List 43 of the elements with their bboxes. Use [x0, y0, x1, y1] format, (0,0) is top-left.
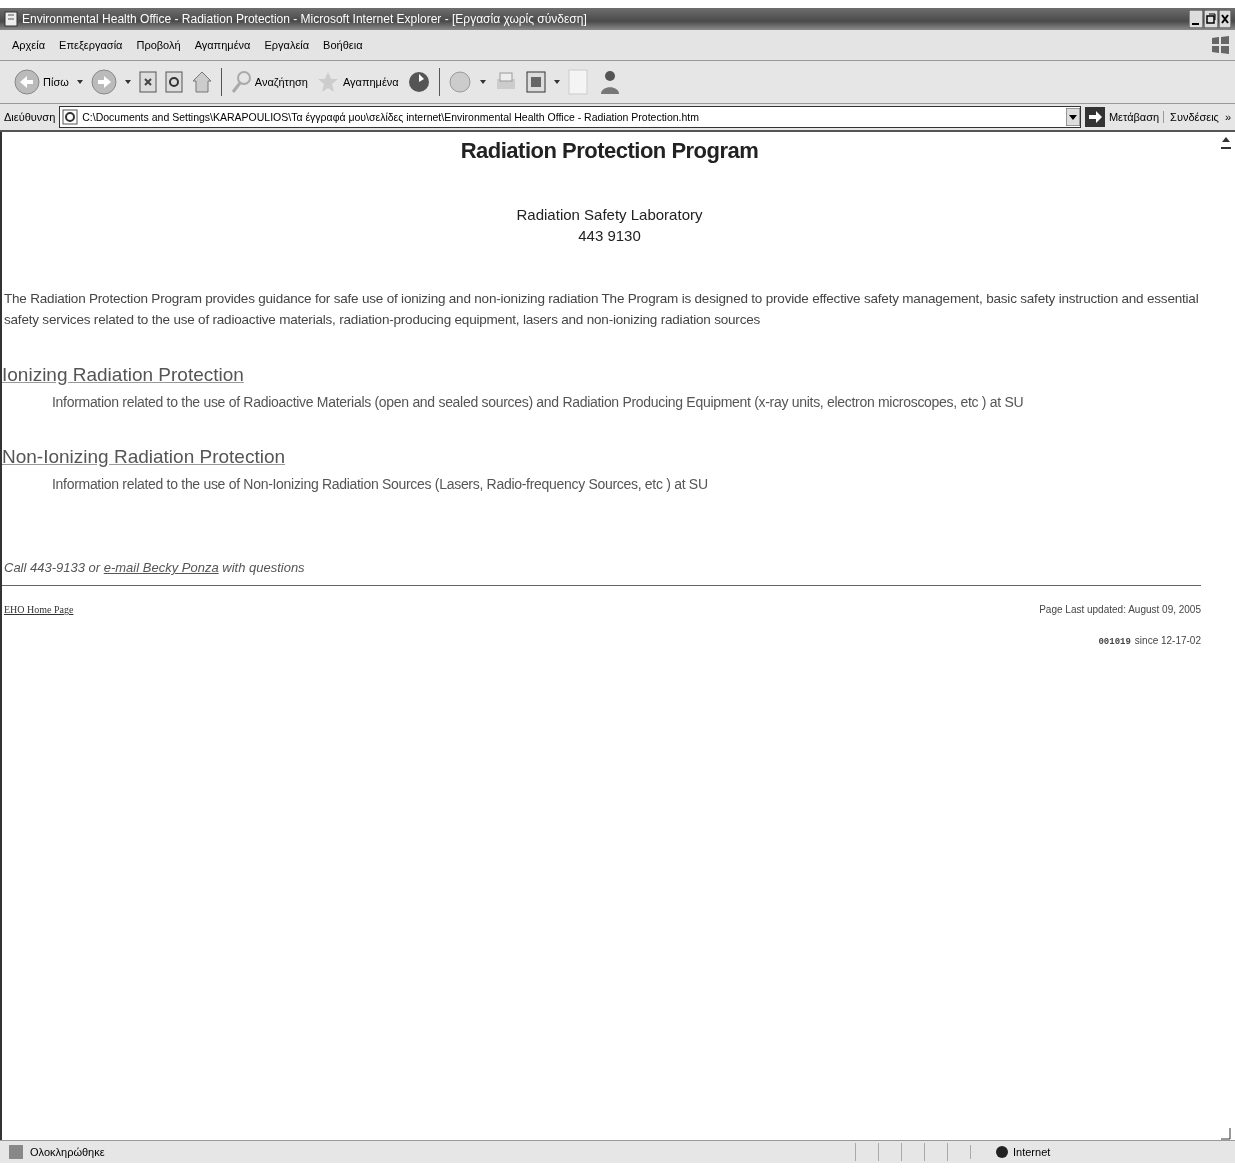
- intro-paragraph: The Radiation Protection Program provides guidance for safe use of ionizing and non-ionizing radiation The Program is designed to provide effective safety management, basic safety instruction and essential safety services related to the use of radioactive materials, radiation-producing equipment, lasers and non-ionizing radiation sources: [4, 290, 1200, 329]
- favorites-button[interactable]: Αγαπημένα: [342, 76, 399, 88]
- page-heading: Radiation Protection Program: [459, 138, 760, 164]
- search-button[interactable]: Αναζήτηση: [254, 76, 308, 88]
- section-link[interactable]: Non-Ionizing Radiation Protection: [2, 446, 1217, 468]
- section-description: Information related to the use of Radioactive Materials (open and sealed sources) and Radiation Producing Equipment (x-ray units, electron microscopes, etc ) at SU: [52, 394, 1025, 410]
- back-button[interactable]: Πίσω: [43, 76, 69, 88]
- visit-counter: 001019: [1098, 637, 1131, 647]
- resize-grip-icon: [1221, 1128, 1231, 1140]
- address-label: Διεύθυνση: [4, 111, 56, 123]
- more-links-button[interactable]: »: [1224, 111, 1235, 123]
- phone-number: 443 9130: [577, 227, 642, 244]
- section-description: Information related to the use of Non-Ionizing Radiation Sources (Lasers, Radio-frequency Sources, etc ) at SU: [52, 476, 709, 492]
- menu-item[interactable]: Προβολή: [136, 39, 181, 51]
- home-link[interactable]: EHO Home Page: [4, 604, 74, 615]
- dropdown-arrow-icon[interactable]: [553, 80, 560, 84]
- menu-item[interactable]: Αρχεία: [12, 39, 46, 51]
- section-link[interactable]: Ionizing Radiation Protection: [2, 364, 1217, 386]
- links-button[interactable]: Συνδέσεις: [1163, 111, 1221, 123]
- email-link[interactable]: e-mail Becky Ponza: [103, 560, 219, 575]
- dropdown-arrow-icon[interactable]: [124, 80, 131, 84]
- menu-item[interactable]: Επεξεργασία: [59, 39, 123, 51]
- menu-item[interactable]: Βοήθεια: [323, 39, 363, 51]
- menu-item[interactable]: Αγαπημένα: [194, 39, 251, 51]
- last-updated: Page Last updated: August 09, 2005: [1039, 604, 1201, 615]
- stop-icon[interactable]: [138, 71, 157, 93]
- window-title: Environmental Health Office - Radiation Protection - Microsoft Internet Explorer - [Εργασία χωρίς σύνδεση]: [22, 12, 588, 26]
- lab-name: Radiation Safety Laboratory: [515, 206, 704, 223]
- status-text: Ολοκληρώθηκε: [30, 1146, 106, 1158]
- go-button[interactable]: Μετάβαση: [1084, 107, 1160, 127]
- zone-text: Internet: [1013, 1146, 1051, 1158]
- menu-item[interactable]: Εργαλεία: [264, 39, 310, 51]
- close-button[interactable]: [1219, 10, 1231, 28]
- counter-since: since 12-17-02: [1134, 635, 1201, 646]
- dropdown-arrow-icon[interactable]: [479, 80, 486, 84]
- dropdown-arrow-icon[interactable]: [76, 80, 83, 84]
- restore-button[interactable]: [1204, 10, 1218, 28]
- media-icon[interactable]: [406, 70, 431, 94]
- minimize-button[interactable]: [1189, 10, 1203, 28]
- home-icon[interactable]: [190, 70, 213, 94]
- document-icon[interactable]: [525, 71, 546, 93]
- windows-logo-icon: [1209, 34, 1231, 56]
- contact-text: Call 443-9133 or e-mail Becky Ponza with questions: [4, 560, 306, 575]
